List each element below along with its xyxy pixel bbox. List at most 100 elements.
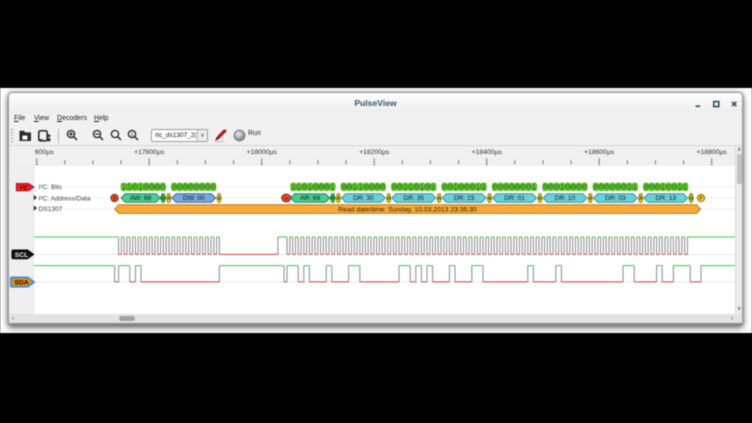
svg-text:0: 0 [150, 184, 154, 191]
svg-text:0: 0 [600, 184, 604, 191]
svg-text:DR: 10: DR: 10 [555, 195, 576, 202]
svg-text:0: 0 [415, 184, 419, 191]
svg-text:N: N [689, 196, 693, 202]
svg-text:1: 1 [409, 184, 413, 191]
svg-text:0: 0 [672, 184, 676, 191]
svg-text:0: 0 [342, 184, 346, 191]
svg-text:600µs: 600µs [35, 149, 54, 156]
svg-text:0: 0 [656, 184, 660, 191]
svg-text:0: 0 [212, 184, 216, 191]
svg-text:1: 1 [532, 184, 536, 191]
svg-text:0: 0 [392, 184, 396, 191]
svg-text:0: 0 [348, 184, 352, 191]
svg-text:0: 0 [303, 184, 307, 191]
svg-text:1: 1 [661, 184, 665, 191]
svg-text:A: A [488, 196, 492, 202]
svg-text:1: 1 [297, 184, 301, 191]
svg-text:A: A [437, 196, 441, 202]
svg-text:0: 0 [195, 184, 199, 191]
svg-text:0: 0 [527, 184, 531, 191]
svg-text:+18400µs: +18400µs [472, 149, 503, 156]
svg-text:+18200µs: +18200µs [359, 149, 390, 156]
svg-text:0: 0 [144, 184, 148, 191]
svg-text:0: 0 [611, 184, 615, 191]
svg-text:A: A [639, 196, 643, 202]
svg-text:S: S [113, 196, 117, 202]
svg-text:0: 0 [510, 184, 514, 191]
svg-text:0: 0 [521, 184, 525, 191]
svg-text:A: A [589, 196, 593, 202]
svg-text:0: 0 [133, 184, 137, 191]
svg-text:W: W [161, 196, 166, 202]
svg-text:1: 1 [308, 184, 312, 191]
svg-text:1: 1 [454, 184, 458, 191]
svg-text:AW: 68: AW: 68 [130, 195, 152, 202]
svg-text:0: 0 [206, 184, 210, 191]
svg-text:0: 0 [499, 184, 503, 191]
svg-text:0: 0 [370, 184, 374, 191]
svg-text:Read date/time: Sunday, 10.03.: Read date/time: Sunday, 10.03.2013 23:35… [338, 206, 477, 213]
svg-text:0: 0 [667, 184, 671, 191]
svg-text:+18600µs: +18600µs [584, 149, 615, 156]
svg-text:DS1307: DS1307 [39, 206, 63, 213]
svg-text:0: 0 [320, 184, 324, 191]
svg-text:0: 0 [622, 184, 626, 191]
svg-text:1: 1 [130, 132, 133, 138]
svg-text:1: 1 [122, 184, 126, 191]
svg-text:A: A [217, 196, 221, 202]
svg-text:DR: 35: DR: 35 [404, 195, 425, 202]
svg-text:DR: 03: DR: 03 [605, 195, 626, 202]
svg-text:0: 0 [583, 184, 587, 191]
svg-text:SDA: SDA [14, 280, 28, 287]
svg-text:DR: 30: DR: 30 [353, 195, 374, 202]
svg-text:0: 0 [465, 184, 469, 191]
svg-text:1: 1 [292, 184, 296, 191]
svg-text:I²C: I²C [20, 184, 27, 191]
svg-text:0: 0 [443, 184, 447, 191]
svg-text:1: 1 [404, 184, 408, 191]
svg-text:0: 0 [549, 184, 553, 191]
svg-text:+18000µs: +18000µs [247, 149, 278, 156]
svg-text:1: 1 [353, 184, 357, 191]
svg-text:1: 1 [359, 184, 363, 191]
svg-text:SCL: SCL [15, 252, 29, 259]
svg-text:0: 0 [493, 184, 497, 191]
svg-text:0: 0 [448, 184, 452, 191]
svg-text:0: 0 [178, 184, 182, 191]
svg-text:0: 0 [644, 184, 648, 191]
svg-text:0: 0 [184, 184, 188, 191]
svg-text:1: 1 [128, 184, 132, 191]
svg-text:1: 1 [678, 184, 682, 191]
svg-text:0: 0 [156, 184, 160, 191]
svg-text:P: P [699, 196, 703, 202]
svg-text:I²C: Address/Data: I²C: Address/Data [39, 195, 91, 202]
svg-text:0: 0 [594, 184, 598, 191]
svg-text:0: 0 [200, 184, 204, 191]
svg-text:1: 1 [560, 184, 564, 191]
svg-text:1: 1 [139, 184, 143, 191]
svg-text:0: 0 [566, 184, 570, 191]
svg-text:0: 0 [616, 184, 620, 191]
svg-text:0: 0 [577, 184, 581, 191]
svg-text:A: A [337, 196, 341, 202]
svg-text:1: 1 [432, 184, 436, 191]
svg-text:+18800µs: +18800µs [697, 149, 728, 156]
svg-text:Sr: Sr [284, 196, 289, 201]
svg-text:0: 0 [325, 184, 329, 191]
svg-text:A: A [167, 196, 171, 202]
svg-text:0: 0 [364, 184, 368, 191]
svg-text:0: 0 [172, 184, 176, 191]
svg-text:R: R [331, 196, 335, 202]
svg-text:1: 1 [420, 184, 424, 191]
svg-text:0: 0 [189, 184, 193, 191]
svg-text:0: 0 [460, 184, 464, 191]
svg-text:1: 1 [628, 184, 632, 191]
svg-text:A: A [538, 196, 542, 202]
svg-text:0: 0 [426, 184, 430, 191]
svg-text:0: 0 [650, 184, 654, 191]
svg-text:0: 0 [516, 184, 520, 191]
svg-text:0: 0 [504, 184, 508, 191]
svg-text:0: 0 [376, 184, 380, 191]
svg-text:0: 0 [605, 184, 609, 191]
svg-text:DW: 00: DW: 00 [183, 195, 205, 202]
